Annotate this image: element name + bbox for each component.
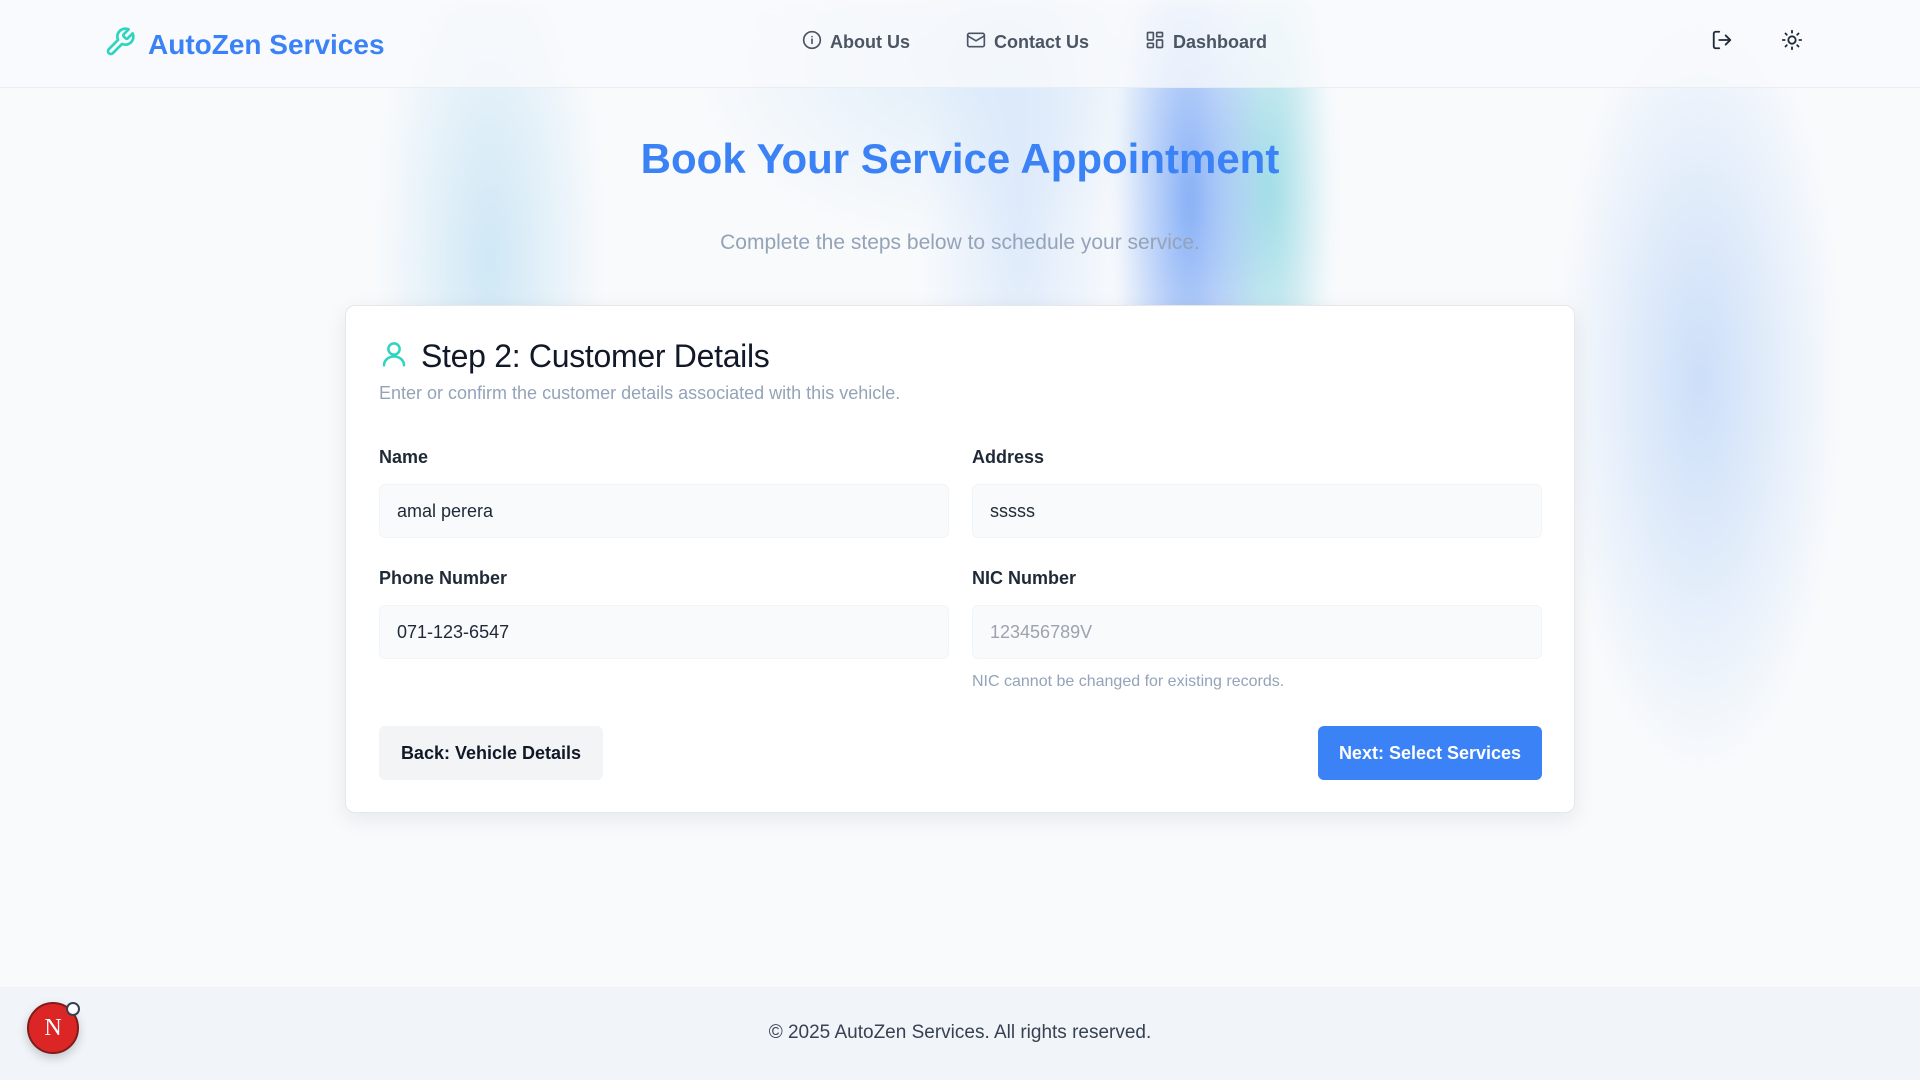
address-input[interactable] — [972, 484, 1542, 538]
customer-details-card: Step 2: Customer Details Enter or confir… — [345, 305, 1575, 813]
top-header: AutoZen Services About Us Contact Us Das… — [0, 0, 1920, 88]
badge-letter: N — [44, 1014, 62, 1041]
card-header: Step 2: Customer Details — [379, 338, 770, 375]
next-select-services-button[interactable]: Next: Select Services — [1318, 726, 1542, 780]
nav-dashboard-label: Dashboard — [1173, 32, 1268, 52]
nav-contact-us[interactable]: Contact Us — [966, 30, 1089, 55]
phone-input[interactable] — [379, 605, 949, 659]
brand-name: AutoZen Services — [148, 28, 385, 60]
page-title: Book Your Service Appointment — [640, 135, 1280, 182]
name-input[interactable] — [379, 484, 949, 538]
nic-label: NIC Number — [972, 568, 1077, 588]
dev-tools-badge[interactable]: N — [27, 1002, 80, 1054]
step-title: Step 2: Customer Details — [421, 338, 770, 374]
badge-status-dot — [66, 1002, 80, 1016]
back-vehicle-details-button[interactable]: Back: Vehicle Details — [379, 726, 603, 780]
mail-icon — [966, 30, 986, 55]
nic-hint: NIC cannot be changed for existing recor… — [972, 673, 1285, 690]
dashboard-grid-icon — [1145, 30, 1165, 55]
address-label: Address — [972, 447, 1045, 467]
sun-icon — [1781, 29, 1803, 56]
logout-icon — [1711, 29, 1733, 56]
copyright-text: © 2025 AutoZen Services. All rights rese… — [768, 1022, 1152, 1043]
footer: © 2025 AutoZen Services. All rights rese… — [0, 987, 1920, 1080]
nav-about-label: About Us — [830, 32, 910, 52]
nic-input — [972, 605, 1542, 659]
name-label: Name — [379, 447, 429, 467]
logout-button[interactable] — [1708, 28, 1736, 56]
nav-about-us[interactable]: About Us — [802, 30, 910, 55]
info-icon — [802, 30, 822, 55]
phone-label: Phone Number — [379, 568, 508, 588]
brand[interactable]: AutoZen Services — [104, 26, 385, 63]
step-description: Enter or confirm the customer details as… — [379, 383, 901, 403]
nav-dashboard[interactable]: Dashboard — [1145, 30, 1267, 55]
user-icon — [379, 339, 409, 374]
header-actions — [1708, 28, 1806, 56]
main-nav: About Us Contact Us Dashboard — [802, 30, 1267, 55]
theme-toggle-button[interactable] — [1778, 28, 1806, 56]
nav-contact-label: Contact Us — [994, 32, 1090, 52]
wrench-icon — [104, 26, 136, 63]
page-subtitle: Complete the steps below to schedule you… — [720, 231, 1200, 254]
